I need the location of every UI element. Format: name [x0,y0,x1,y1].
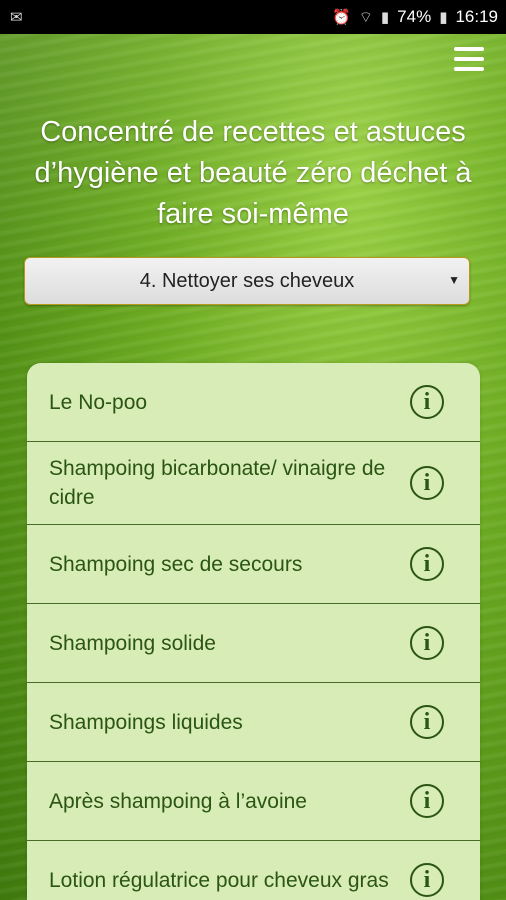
wifi-icon: ⌔ [358,8,373,26]
info-icon[interactable]: i [410,466,444,500]
list-item-label: Après shampoing à l’avoine [49,789,307,813]
list-item-label: Le No-poo [49,390,148,414]
list-item-label: Shampoing solide [49,631,216,655]
hamburger-menu-icon[interactable] [454,47,484,71]
info-icon[interactable]: i [410,705,444,739]
list-item[interactable]: Shampoing sec de secours i [27,525,480,604]
list-item-label: Shampoing sec de secours [49,552,303,576]
recipe-list: Le No-poo i Shampoing bicarbonate/ vinai… [27,363,480,900]
alarm-icon: ⏰ [332,9,351,26]
dropdown-arrow-icon: ▼ [448,273,460,287]
battery-icon: ▮ [439,9,448,26]
info-icon[interactable]: i [410,626,444,660]
list-item[interactable]: Shampoings liquides i [27,683,480,762]
category-select-value: 4. Nettoyer ses cheveux [139,269,355,292]
page-title: Concentré de recettes et astuces d’hygiè… [34,116,472,230]
info-icon[interactable]: i [410,784,444,818]
list-item[interactable]: Le No-poo i [27,363,480,442]
mail-icon: ✉ [10,9,23,26]
info-icon[interactable]: i [410,863,444,897]
info-icon[interactable]: i [410,385,444,419]
list-item-label: Shampoing bicarbonate/ vinaigre de cidre [49,457,386,509]
list-item[interactable]: Shampoing solide i [27,604,480,683]
status-bar: ✉ ⏰ ⌔ ▮ 74% ▮ 16:19 [0,0,506,34]
list-item[interactable]: Lotion régulatrice pour cheveux gras i [27,841,480,900]
signal-icon: ▮ [380,9,390,26]
clock: 16:19 [455,7,498,26]
list-item-label: Shampoings liquides [49,710,243,734]
category-select[interactable]: 4. Nettoyer ses cheveux ▼ [24,257,470,305]
list-item[interactable]: Shampoing bicarbonate/ vinaigre de cidre… [27,442,480,525]
list-item-label: Lotion régulatrice pour cheveux gras [49,868,389,892]
info-icon[interactable]: i [410,547,444,581]
list-item[interactable]: Après shampoing à l’avoine i [27,762,480,841]
battery-level: 74% [397,7,432,26]
